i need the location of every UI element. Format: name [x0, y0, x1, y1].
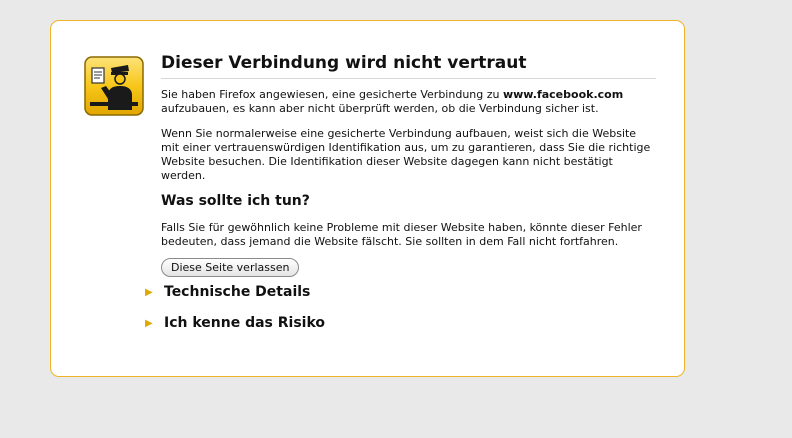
page-title: Dieser Verbindung wird nicht vertraut: [161, 51, 656, 79]
error-page-container: Dieser Verbindung wird nicht vertraut Si…: [50, 20, 685, 377]
technical-details-label: Technische Details: [164, 284, 311, 300]
intro-suffix: aufzubauen, es kann aber nicht überprüft…: [161, 102, 599, 115]
domain-name: www.facebook.com: [502, 88, 624, 101]
leave-page-button[interactable]: Diese Seite verlassen: [161, 258, 300, 277]
triangle-right-icon: ▶: [145, 318, 153, 329]
what-to-do-heading: Was sollte ich tun?: [161, 193, 310, 209]
risk-label: Ich kenne das Risiko: [164, 315, 326, 331]
triangle-right-icon: ▶: [145, 287, 153, 298]
intro-text: Sie haben Firefox angewiesen, eine gesic…: [161, 88, 656, 116]
explanation-text: Wenn Sie normalerweise eine gesicherte V…: [161, 127, 651, 182]
certificate-guard-icon: [84, 56, 144, 116]
technical-details-expander[interactable]: ▶ Technische Details: [145, 282, 310, 303]
what-to-do-text: Falls Sie für gewöhnlich keine Probleme …: [161, 221, 642, 248]
intro-prefix: Sie haben Firefox angewiesen, eine gesic…: [161, 88, 503, 101]
understand-risks-expander[interactable]: ▶ Ich kenne das Risiko: [145, 313, 325, 334]
error-content: Dieser Verbindung wird nicht vertraut Si…: [161, 51, 656, 277]
